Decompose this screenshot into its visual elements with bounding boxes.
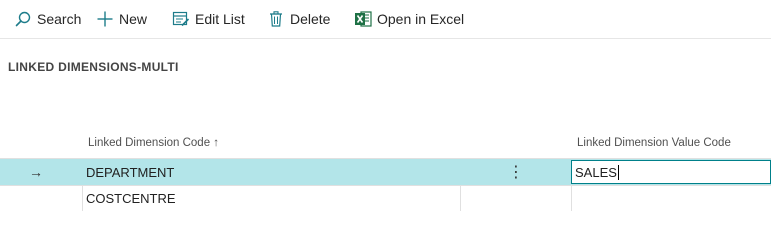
trash-icon (267, 10, 285, 28)
edit-list-label: Edit List (195, 11, 245, 27)
linked-dimension-value-code-cell[interactable] (575, 185, 765, 211)
edit-list-button[interactable]: Edit List (172, 9, 245, 29)
column-header-linked-dimension-value-code[interactable]: Linked Dimension Value Code (577, 137, 731, 149)
open-in-excel-button[interactable]: Open in Excel (354, 9, 464, 29)
edit-list-icon (172, 10, 190, 28)
delete-label: Delete (290, 11, 331, 27)
linked-dimension-code-cell[interactable]: DEPARTMENT (86, 159, 466, 185)
excel-icon (354, 10, 372, 28)
delete-button[interactable]: Delete (267, 9, 330, 29)
row-divider (0, 158, 771, 159)
search-label: Search (37, 11, 82, 27)
column-divider (460, 185, 461, 211)
row-divider (0, 185, 771, 186)
row-indicator-arrow-icon: → (29, 164, 43, 180)
column-divider (82, 185, 83, 211)
linked-dimension-value-code-input[interactable]: SALES (571, 160, 771, 184)
column-divider (571, 185, 572, 211)
linked-dimension-code-cell[interactable]: COSTCENTRE (86, 185, 466, 211)
search-icon (14, 10, 32, 28)
action-bar: Search New Edit List Delete Open in Exce… (0, 0, 771, 39)
open-in-excel-label: Open in Excel (377, 11, 465, 27)
column-header-linked-dimension-code[interactable]: Linked Dimension Code ↑ (88, 137, 219, 149)
plus-icon (96, 10, 114, 28)
table-row[interactable]: COSTCENTRE (0, 185, 771, 211)
new-label: New (119, 11, 148, 27)
page-title: LINKED DIMENSIONS-MULTI (8, 60, 179, 74)
new-button[interactable]: New (96, 9, 147, 29)
text-caret (617, 164, 619, 180)
search-button[interactable]: Search (14, 9, 81, 29)
value-input-text: SALES (575, 164, 617, 180)
row-menu-icon[interactable]: ⋮ (507, 159, 525, 185)
